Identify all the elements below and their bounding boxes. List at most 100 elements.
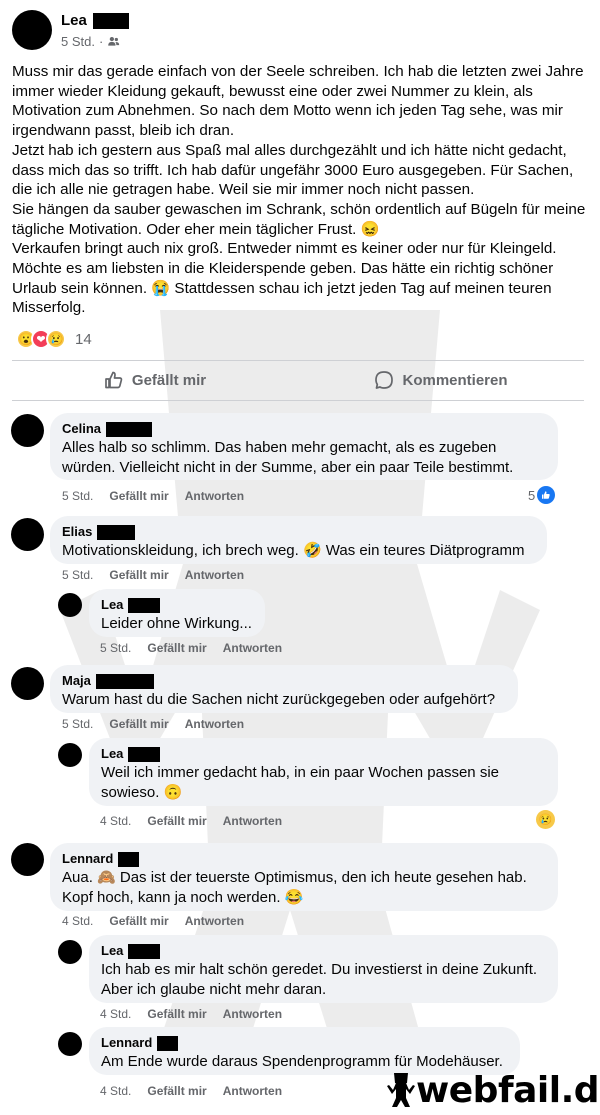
comment-time[interactable]: 5 Std.	[100, 641, 131, 655]
comment-time[interactable]: 5 Std.	[62, 489, 93, 503]
comment-meta: 5 Std. Gefällt mir Antworten	[100, 641, 282, 655]
author-avatar[interactable]	[12, 10, 52, 50]
comment-like-button[interactable]: Gefällt mir	[109, 568, 168, 582]
comment-author-name[interactable]: Lennard	[101, 1035, 152, 1051]
comment-author-name[interactable]: Celina	[62, 421, 101, 437]
comment-time[interactable]: 5 Std.	[62, 717, 93, 731]
comment-meta: 4 Std. Gefällt mir Antworten	[100, 1007, 282, 1021]
like-button[interactable]: Gefällt mir	[12, 362, 298, 398]
comment-like-button[interactable]: Gefällt mir	[109, 717, 168, 731]
comment-like-button[interactable]: Gefällt mir	[147, 641, 206, 655]
redaction-bar	[128, 943, 161, 959]
comment-reaction-badge[interactable]: 😢	[536, 810, 555, 829]
comment-author[interactable]: Lea	[101, 746, 546, 762]
comment-like-button[interactable]: Gefällt mir	[147, 1007, 206, 1021]
avatar[interactable]	[11, 414, 44, 447]
comment-time[interactable]: 4 Std.	[100, 814, 131, 828]
webfail-logo: webfail.de	[386, 1070, 600, 1111]
comment-author[interactable]: Lennard	[101, 1035, 508, 1051]
post-author-name[interactable]: Lea	[61, 12, 87, 29]
comment-text: Motivationskleidung, ich brech weg. 🤣 Wa…	[62, 542, 525, 559]
avatar[interactable]	[58, 743, 82, 767]
comment-like-button[interactable]: Gefällt mir	[147, 814, 206, 828]
thumbs-up-icon	[105, 371, 123, 389]
comment-meta: 4 Std. Gefällt mir Antworten	[62, 914, 244, 928]
reaction-summary[interactable]: 😮 ❤ 😢 14	[16, 329, 92, 349]
webfail-mascot-icon	[387, 1073, 415, 1107]
comment-author[interactable]: Elias	[62, 524, 535, 540]
divider	[12, 400, 584, 401]
post-paragraph: Jetzt hab ich gestern aus Spaß mal alles…	[12, 141, 574, 199]
comment-text: Aua. 🙈 Das ist der teuerste Optimismus, …	[62, 869, 527, 906]
comment-author-name[interactable]: Lennard	[62, 851, 113, 867]
comment-text: Weil ich immer gedacht hab, in ein paar …	[101, 764, 499, 801]
comment-text: Warum hast du die Sachen nicht zurückgeg…	[62, 691, 496, 708]
comment-bubble: Lea Weil ich immer gedacht hab, in ein p…	[89, 738, 558, 806]
post-body: Muss mir das gerade einfach von der Seel…	[12, 62, 592, 318]
comment-reply-button[interactable]: Antworten	[223, 1007, 282, 1021]
comment-bubble: Celina Alles halb so schlimm. Das haben …	[50, 413, 558, 480]
comment-bubble: Lennard Am Ende wurde daraus Spendenprog…	[89, 1027, 520, 1075]
comment-bubble: Lea Leider ohne Wirkung...	[89, 589, 265, 637]
comment-time[interactable]: 4 Std.	[100, 1007, 131, 1021]
comment-author-name[interactable]: Lea	[101, 943, 123, 959]
avatar[interactable]	[11, 667, 44, 700]
post-meta: 5 Std. ·	[61, 34, 120, 49]
comment-like-button[interactable]: Gefällt mir	[147, 1084, 206, 1098]
comment-reply-button[interactable]: Antworten	[223, 1084, 282, 1098]
comment-bubble: Lennard Aua. 🙈 Das ist der teuerste Opti…	[50, 843, 558, 911]
post-paragraph: Muss mir das gerade einfach von der Seel…	[12, 63, 584, 140]
comment-reaction-badge[interactable]: 5	[528, 486, 556, 504]
comment-icon	[375, 371, 394, 389]
comment-author[interactable]: Lennard	[62, 851, 546, 867]
comment-author[interactable]: Maja	[62, 673, 506, 689]
redaction-bar	[157, 1035, 179, 1051]
like-label: Gefällt mir	[131, 371, 207, 389]
comment-reply-button[interactable]: Antworten	[185, 717, 244, 731]
comment-like-button[interactable]: Gefällt mir	[109, 489, 168, 503]
comment-author-name[interactable]: Lea	[101, 746, 123, 762]
comment-meta: 4 Std. Gefällt mir Antworten	[100, 1084, 282, 1098]
avatar[interactable]	[58, 593, 82, 617]
redaction-bar	[95, 673, 154, 689]
comment-reply-button[interactable]: Antworten	[185, 568, 244, 582]
reaction-count[interactable]: 14	[75, 331, 92, 348]
comment-time[interactable]: 5 Std.	[62, 568, 93, 582]
badge-count: 5	[528, 487, 536, 503]
comment-reply-button[interactable]: Antworten	[223, 814, 282, 828]
post-author[interactable]: Lea	[61, 12, 129, 29]
sad-badge-icon: 😢	[536, 810, 555, 829]
comment-author[interactable]: Celina	[62, 421, 546, 437]
avatar[interactable]	[11, 843, 44, 876]
like-badge-icon	[537, 486, 556, 504]
comment-time[interactable]: 4 Std.	[100, 1084, 131, 1098]
comment-author[interactable]: Lea	[101, 943, 546, 959]
comment-bubble: Elias Motivationskleidung, ich brech weg…	[50, 516, 547, 564]
comment-bubble: Maja Warum hast du die Sachen nicht zurü…	[50, 665, 518, 713]
comment-meta: 5 Std. Gefällt mir Antworten	[62, 489, 244, 503]
comment-time[interactable]: 4 Std.	[62, 914, 93, 928]
comment-meta: 5 Std. Gefällt mir Antworten	[62, 568, 244, 582]
comment-reply-button[interactable]: Antworten	[185, 489, 244, 503]
comment-author-name[interactable]: Lea	[101, 597, 123, 613]
comment-reply-button[interactable]: Antworten	[223, 641, 282, 655]
comment-author-name[interactable]: Elias	[62, 524, 92, 540]
friends-icon[interactable]	[107, 35, 120, 48]
redaction-bar	[97, 524, 136, 540]
comment-author[interactable]: Lea	[101, 597, 253, 613]
comment-author-name[interactable]: Maja	[62, 673, 91, 689]
comment-like-button[interactable]: Gefällt mir	[109, 914, 168, 928]
avatar[interactable]	[58, 940, 82, 964]
sad-reaction-icon: 😢	[46, 329, 66, 349]
avatar[interactable]	[11, 518, 44, 551]
redaction-bar	[118, 851, 140, 867]
post-actions: Gefällt mir Kommentieren	[12, 362, 584, 398]
redaction-bar	[106, 421, 153, 437]
comment-text: Ich hab es mir halt schön geredet. Du in…	[101, 961, 538, 998]
comment-text: Alles halb so schlimm. Das haben mehr ge…	[62, 439, 514, 476]
comment-reply-button[interactable]: Antworten	[185, 914, 244, 928]
avatar[interactable]	[58, 1032, 82, 1056]
comment-bubble: Lea Ich hab es mir halt schön geredet. D…	[89, 935, 558, 1003]
comment-button[interactable]: Kommentieren	[298, 362, 584, 398]
post-time[interactable]: 5 Std.	[61, 34, 95, 49]
